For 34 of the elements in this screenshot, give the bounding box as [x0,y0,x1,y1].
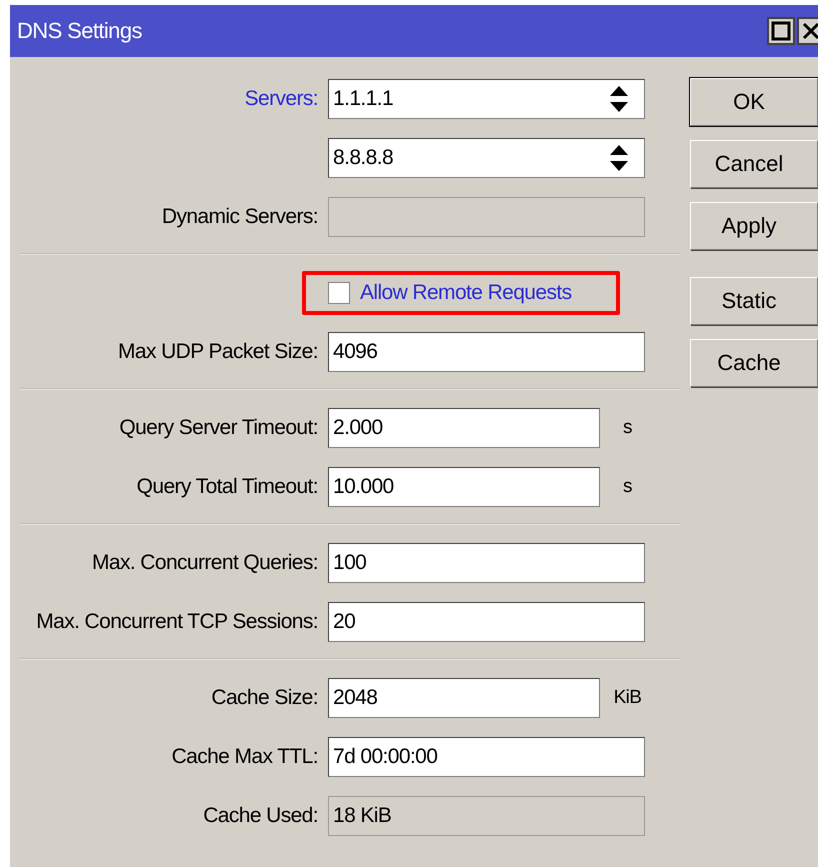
input-field[interactable]: 10.000 [328,466,600,506]
field-label: Query Server Timeout: [118,416,319,440]
unit-label: s [622,476,633,498]
input-field[interactable]: 4096 [328,332,645,372]
unit-label: KiB [612,686,642,708]
up-down-arrows-icon[interactable] [610,144,628,170]
field-label: Cache Used: [202,804,319,828]
checkbox[interactable] [328,282,350,304]
field-label: Max UDP Packet Size: [116,340,319,364]
input-field[interactable]: 1.1.1.1 [328,78,645,118]
dialog-button[interactable]: Cancel [690,140,818,188]
up-down-arrows-icon[interactable] [610,86,628,112]
dialog-button[interactable]: Cache [690,339,818,387]
input-field[interactable]: 7d 00:00:00 [328,736,645,776]
checkbox-label[interactable]: Allow Remote Requests [360,280,572,304]
field-label: Cache Max TTL: [170,744,319,768]
field-label: Max. Concurrent TCP Sessions: [35,610,319,634]
field-label: Cache Size: [210,686,319,710]
field-label: Servers: [244,86,319,110]
field-label: Query Total Timeout: [136,474,319,498]
close-icon[interactable] [797,17,818,45]
input-field[interactable]: 20 [328,602,645,642]
input-field[interactable]: 100 [328,542,645,582]
unit-label: s [622,416,633,438]
field-label: Dynamic Servers: [160,204,319,228]
maximize-icon[interactable] [767,17,795,45]
input-field[interactable]: 2.000 [328,408,600,448]
input-field[interactable]: 2048 [328,678,600,718]
window-title: DNS Settings [16,18,142,44]
dialog-button[interactable]: Apply [690,202,818,250]
field-label: Max. Concurrent Queries: [90,550,319,574]
dialog-button[interactable]: Static [690,277,818,325]
input-field[interactable]: 8.8.8.8 [328,138,645,178]
dialog-button[interactable]: OK [690,78,818,126]
